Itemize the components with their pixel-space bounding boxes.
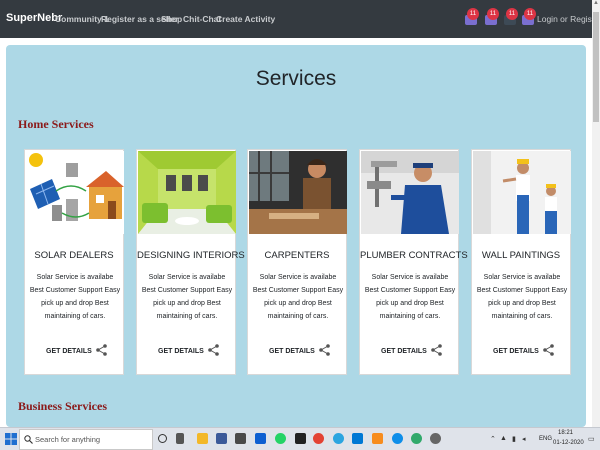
chrome-icon[interactable] <box>313 433 324 444</box>
card-title: WALL PAINTINGS <box>481 250 561 261</box>
cortana-icon[interactable] <box>158 434 167 443</box>
card-description: Solar Service is availabe Best Customer … <box>141 274 233 320</box>
card-description: Solar Service is availabe Best Customer … <box>364 274 456 320</box>
section-title-home-services: Home Services <box>18 117 94 131</box>
messages-icon[interactable]: 11 <box>485 8 501 28</box>
share-icon[interactable] <box>208 344 219 356</box>
service-card-plumber[interactable]: PLUMBER CONTRACTS Solar Service is avail… <box>359 149 468 375</box>
cart-badge: 11 <box>506 8 518 20</box>
service-card-carpenters[interactable]: CARPENTERS Solar Service is availabe Bes… <box>247 149 347 375</box>
sublime-icon[interactable] <box>372 433 383 444</box>
file-explorer-icon[interactable] <box>197 433 208 444</box>
taskbar-search-box[interactable]: Search for anything <box>19 429 153 450</box>
card-title: CARPENTERS <box>264 250 330 261</box>
windows-start-icon[interactable] <box>5 433 17 445</box>
scroll-up-arrow-icon[interactable]: ▲ <box>592 0 600 10</box>
edge-icon[interactable] <box>411 433 422 444</box>
volume-icon[interactable]: ◂ <box>522 435 526 443</box>
user-icon[interactable]: 11 <box>522 8 538 28</box>
whatsapp-icon[interactable] <box>275 433 286 444</box>
search-placeholder: Search for anything <box>35 435 101 444</box>
page-title: Services <box>255 67 337 90</box>
nav-link-shop[interactable]: Shop <box>161 14 182 24</box>
settings-icon[interactable] <box>430 433 441 444</box>
scroll-thumb[interactable] <box>593 12 599 122</box>
get-details-button[interactable]: GET DETAILS <box>269 348 315 355</box>
services-panel: Services Home Services SOLAR DEALERS Sol… <box>6 45 586 427</box>
get-details-button[interactable]: GET DETAILS <box>493 348 539 355</box>
card-description: Solar Service is availabe Best Customer … <box>252 274 344 320</box>
task-view-icon[interactable] <box>176 433 184 444</box>
share-icon[interactable] <box>319 344 330 356</box>
plumber-image-icon <box>361 151 459 234</box>
brand-logo[interactable]: SuperNebr <box>6 12 62 24</box>
carpenter-image-icon <box>249 151 347 234</box>
card-title: SOLAR DEALERS <box>34 250 114 261</box>
card-description: Solar Service is availabe Best Customer … <box>476 274 568 320</box>
card-title: DESIGNING INTERIORS <box>137 250 245 261</box>
interior-image-icon <box>138 151 236 234</box>
teamviewer-icon[interactable] <box>392 433 403 444</box>
service-card-wall-paintings[interactable]: WALL PAINTINGS Solar Service is availabe… <box>471 149 571 375</box>
network-icon[interactable]: ▲ <box>500 435 507 442</box>
get-details-button[interactable]: GET DETAILS <box>381 348 427 355</box>
user-badge: 11 <box>524 8 536 20</box>
get-details-button[interactable]: GET DETAILS <box>158 348 204 355</box>
share-icon[interactable] <box>96 344 107 356</box>
terminal-icon[interactable] <box>295 433 306 444</box>
language-indicator[interactable]: ENG <box>539 436 552 442</box>
painter-image-icon <box>473 151 571 234</box>
card-description: Solar Service is availabe Best Customer … <box>29 274 121 320</box>
mail-icon[interactable] <box>235 433 246 444</box>
card-title: PLUMBER CONTRACTS <box>360 250 468 261</box>
notification-icon[interactable]: 11 <box>465 8 481 28</box>
search-icon <box>24 435 33 444</box>
messages-badge: 11 <box>487 8 499 20</box>
page-scrollbar[interactable]: ▲ <box>592 0 600 427</box>
notification-badge: 11 <box>467 8 479 20</box>
battery-icon[interactable]: ▮ <box>512 435 516 443</box>
clock-date[interactable]: 01-12-2020 <box>553 440 584 446</box>
telegram-icon[interactable] <box>333 433 344 444</box>
section-title-business-services: Business Services <box>18 399 108 413</box>
share-icon[interactable] <box>543 344 554 356</box>
notification-center-icon[interactable]: ▭ <box>588 435 595 443</box>
service-card-solar[interactable]: SOLAR DEALERS Solar Service is availabe … <box>24 149 124 375</box>
top-navbar: SuperNebr Community 1 Register as a sell… <box>0 0 600 38</box>
service-card-interiors[interactable]: DESIGNING INTERIORS Solar Service is ava… <box>136 149 245 375</box>
nav-link-create-activity[interactable]: Create Activity <box>216 14 275 24</box>
solar-image-icon <box>26 151 124 234</box>
get-details-button[interactable]: GET DETAILS <box>46 348 92 355</box>
share-icon[interactable] <box>431 344 442 356</box>
store-icon[interactable] <box>216 433 227 444</box>
clock-time[interactable]: 18:21 <box>558 430 573 436</box>
tray-chevron-icon[interactable]: ⌃ <box>490 435 496 443</box>
windows-taskbar: Search for anything ⌃ ▲ ▮ ◂ ENG 18:21 01… <box>0 427 600 450</box>
cart-icon[interactable]: 11 <box>504 8 520 28</box>
vscode-icon[interactable] <box>352 433 363 444</box>
login-register-link[interactable]: Login or Register <box>537 14 600 24</box>
dropbox-icon[interactable] <box>255 433 266 444</box>
